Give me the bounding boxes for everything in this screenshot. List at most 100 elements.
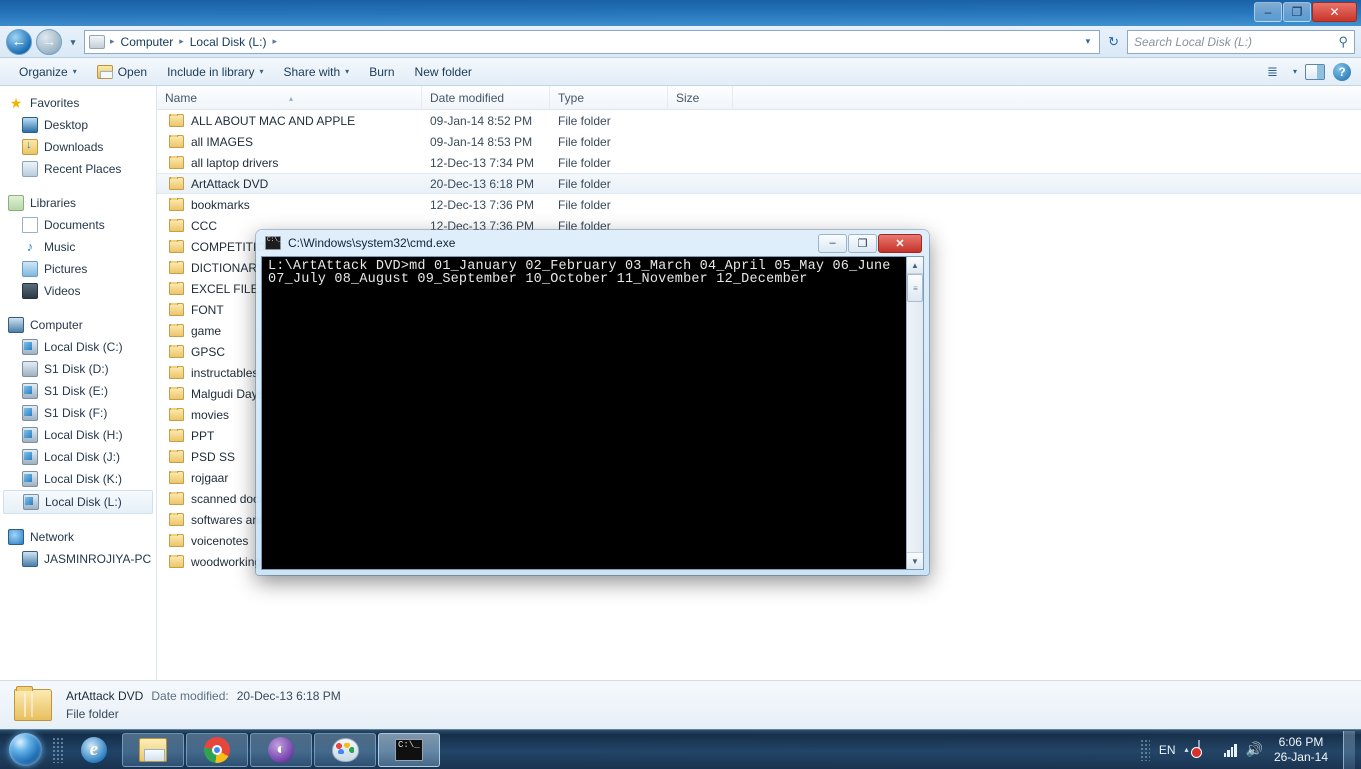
sidebar-item-downloads[interactable]: Downloads — [0, 136, 156, 158]
sidebar-item-local-disk-h[interactable]: Local Disk (H:) — [0, 424, 156, 446]
command-prompt-window[interactable]: C:\Windows\system32\cmd.exe – ❐ ✕ L:\Art… — [256, 230, 929, 575]
table-row[interactable]: ArtAttack DVD 20-Dec-13 6:18 PM File folde… — [157, 173, 1361, 194]
file-date-cell: 09-Jan-14 8:53 PM — [430, 134, 533, 149]
signal-strength-icon[interactable] — [1223, 743, 1237, 757]
sidebar-label: Computer — [30, 318, 83, 332]
address-bar[interactable]: ▸ Computer ▸ Local Disk (L:) ▸ ▾ — [84, 29, 1101, 54]
sidebar-item-s1-disk-f[interactable]: S1 Disk (F:) — [0, 402, 156, 424]
drive-icon — [22, 405, 38, 421]
sidebar-label: Documents — [44, 218, 105, 232]
sidebar-header-favorites[interactable]: ★ Favorites — [0, 92, 156, 114]
chevron-down-icon[interactable]: ▾ — [1293, 67, 1297, 76]
cmd-close-button[interactable]: ✕ — [878, 233, 922, 253]
folder-icon — [169, 218, 184, 232]
sidebar-item-videos[interactable]: Videos — [0, 280, 156, 302]
help-icon[interactable]: ? — [1333, 62, 1351, 81]
folder-icon — [169, 197, 184, 211]
sidebar-item-jasminrojiya-pc[interactable]: JASMINROJIYA-PC — [0, 548, 156, 570]
paint-icon — [331, 737, 359, 762]
clock[interactable]: 6:06 PM 26-Jan-14 — [1272, 735, 1328, 765]
show-hidden-icons-icon[interactable]: ▴ — [1185, 745, 1189, 754]
close-button[interactable]: ✕ — [1312, 2, 1357, 22]
cmd-minimize-button[interactable]: – — [818, 233, 847, 253]
history-dropdown-icon[interactable]: ▾ — [66, 29, 80, 55]
console-icon — [265, 236, 281, 250]
sidebar-header-libraries[interactable]: Libraries — [0, 192, 156, 214]
sidebar-header-computer[interactable]: Computer — [0, 314, 156, 336]
cmd-scrollbar[interactable]: ▲ ≡ ▼ — [906, 257, 923, 569]
sidebar-item-music[interactable]: ♪ Music — [0, 236, 156, 258]
sidebar-item-pictures[interactable]: Pictures — [0, 258, 156, 280]
drive-icon — [22, 471, 38, 487]
sidebar-item-local-disk-l[interactable]: Local Disk (L:) — [3, 490, 153, 514]
cmd-scroll-track[interactable]: ≡ — [907, 274, 923, 552]
table-row[interactable]: bookmarks 12-Dec-13 7:36 PM File folder — [157, 194, 1361, 215]
volume-icon[interactable]: 🔊 — [1246, 741, 1263, 758]
sidebar-label: S1 Disk (D:) — [44, 362, 109, 376]
new-folder-button[interactable]: New folder — [406, 61, 481, 83]
address-dropdown-icon[interactable]: ▾ — [1081, 36, 1096, 47]
cmd-title-bar[interactable]: C:\Windows\system32\cmd.exe – ❐ ✕ — [261, 230, 924, 256]
column-header-type[interactable]: Type — [550, 86, 668, 110]
cmd-output-text[interactable]: L:\ArtAttack DVD>md 01_January 02_Februa… — [262, 257, 906, 569]
open-label: Open — [117, 64, 148, 79]
scroll-up-icon[interactable]: ▲ — [907, 257, 923, 274]
sidebar-label: Libraries — [30, 196, 77, 210]
cmd-scroll-thumb[interactable]: ≡ — [907, 274, 923, 302]
start-button[interactable] — [2, 731, 48, 769]
sidebar-item-s1-disk-d[interactable]: S1 Disk (D:) — [0, 358, 156, 380]
sidebar-item-s1-disk-e[interactable]: S1 Disk (E:) — [0, 380, 156, 402]
taskbar-item-bittorrent[interactable]: ◐ — [250, 732, 312, 767]
breadcrumb-computer[interactable]: Computer — [118, 33, 177, 51]
taskbar-grip[interactable] — [52, 736, 64, 763]
view-options-icon[interactable]: ≣ — [1267, 64, 1285, 80]
sidebar-item-recent-places[interactable]: Recent Places — [0, 158, 156, 180]
taskbar-item-paint[interactable] — [314, 732, 376, 767]
file-name-label: woodworking — [191, 554, 262, 569]
network-status-icon[interactable] — [1197, 740, 1215, 758]
include-in-library-button[interactable]: Include in library ▾ — [158, 61, 272, 83]
table-row[interactable]: all laptop drivers 12-Dec-13 7:34 PM File … — [157, 152, 1361, 173]
command-bar-right: ≣ ▾ ? — [1267, 62, 1351, 81]
column-header-date-modified[interactable]: Date modified — [422, 86, 550, 110]
sidebar-header-network[interactable]: Network — [0, 526, 156, 548]
address-bar-row: ← → ▾ ▸ Computer ▸ Local Disk (L:) ▸ ▾ ↻… — [0, 26, 1361, 58]
scroll-down-icon[interactable]: ▼ — [907, 552, 923, 569]
taskbar-item-google-chrome[interactable] — [186, 732, 248, 767]
taskbar-item-command-prompt[interactable]: C:\_ — [378, 732, 440, 767]
share-with-button[interactable]: Share with ▾ — [274, 61, 358, 83]
search-placeholder: Search Local Disk (L:) — [1134, 34, 1253, 49]
organize-button[interactable]: Organize ▾ — [10, 61, 86, 83]
table-row[interactable]: all IMAGES 09-Jan-14 8:53 PM File folder — [157, 131, 1361, 152]
column-header-name-label: Name — [165, 90, 198, 105]
cmd-maximize-button[interactable]: ❐ — [848, 233, 877, 253]
breadcrumb-separator-icon[interactable]: ▸ — [178, 36, 185, 47]
folder-icon — [169, 365, 184, 379]
table-row[interactable]: ALL ABOUT MAC AND APPLE 09-Jan-14 8:52 PM… — [157, 110, 1361, 131]
internet-explorer-icon: e — [81, 736, 107, 763]
sidebar-item-local-disk-c[interactable]: Local Disk (C:) — [0, 336, 156, 358]
burn-button[interactable]: Burn — [360, 61, 403, 83]
preview-pane-icon[interactable] — [1305, 63, 1325, 80]
sidebar-item-documents[interactable]: Documents — [0, 214, 156, 236]
back-button[interactable]: ← — [6, 28, 32, 55]
refresh-icon[interactable]: ↻ — [1104, 34, 1123, 50]
column-header-name[interactable]: Name ▴ — [157, 86, 422, 110]
breadcrumb-local-disk-l[interactable]: Local Disk (L:) — [187, 33, 270, 51]
documents-icon — [22, 217, 38, 233]
forward-button[interactable]: → — [36, 28, 62, 55]
open-button[interactable]: Open — [88, 61, 156, 83]
tray-grip[interactable] — [1139, 738, 1150, 761]
breadcrumb-separator-icon[interactable]: ▸ — [271, 36, 278, 47]
column-header-size[interactable]: Size — [668, 86, 733, 110]
language-indicator[interactable]: EN — [1159, 743, 1176, 757]
sidebar-item-desktop[interactable]: Desktop — [0, 114, 156, 136]
show-desktop-button[interactable] — [1343, 730, 1355, 769]
maximize-button[interactable]: ❐ — [1283, 2, 1311, 22]
taskbar-item-windows-explorer[interactable] — [122, 732, 184, 767]
sidebar-item-local-disk-k[interactable]: Local Disk (K:) — [0, 468, 156, 490]
search-input[interactable]: Search Local Disk (L:) ⚲ — [1127, 29, 1355, 54]
minimize-button[interactable]: – — [1254, 2, 1282, 22]
taskbar-item-internet-explorer[interactable]: e — [68, 733, 120, 767]
sidebar-item-local-disk-j[interactable]: Local Disk (J:) — [0, 446, 156, 468]
